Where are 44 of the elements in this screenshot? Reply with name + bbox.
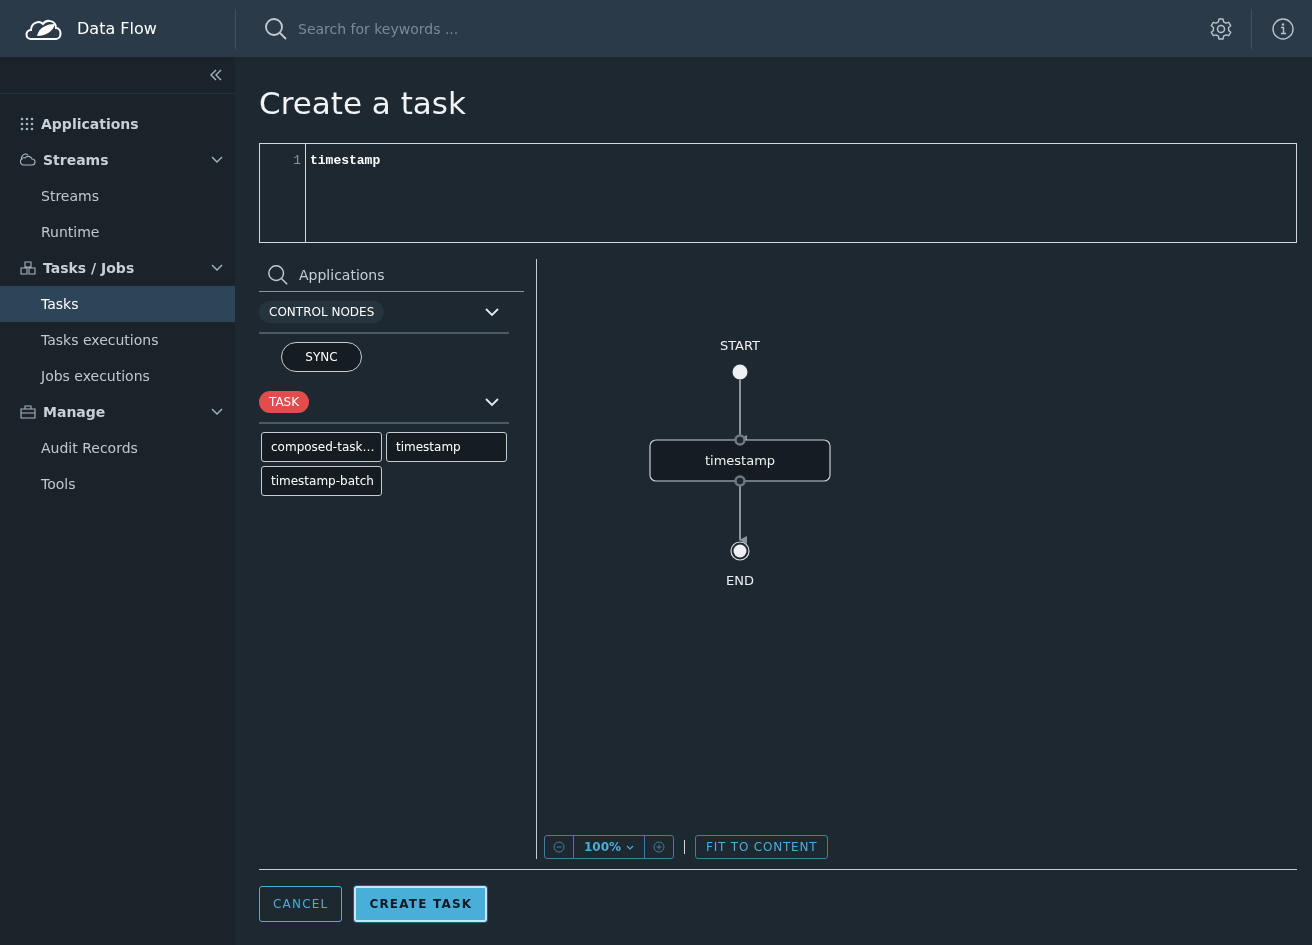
settings-icon[interactable]	[1209, 16, 1233, 41]
caret-icon	[626, 844, 635, 850]
collapse-icon[interactable]	[209, 68, 223, 82]
nav-section[interactable]: Applications	[0, 106, 235, 142]
app-node[interactable]: timestamp-batch	[261, 466, 382, 496]
app-node[interactable]: composed-task…	[261, 432, 382, 462]
nav-item[interactable]: Tasks	[0, 286, 235, 322]
line-number: 1	[292, 153, 301, 168]
chevron-icon[interactable]	[485, 397, 499, 407]
group-label: TASK	[259, 391, 310, 413]
briefcase-icon	[20, 405, 36, 419]
app-node[interactable]: timestamp	[386, 432, 507, 462]
create-button[interactable]: CREATE TASK	[354, 886, 488, 922]
cubes-icon	[20, 261, 36, 275]
node-label: END	[726, 573, 754, 588]
chevron-icon[interactable]	[485, 307, 499, 317]
fit-to-content-button[interactable]: FIT TO CONTENT	[695, 835, 829, 859]
nav-item[interactable]: Jobs executions	[0, 358, 235, 394]
search-field[interactable]: Applications	[297, 266, 501, 284]
nav-section[interactable]: Tasks / Jobs	[0, 250, 235, 286]
node-label: START	[719, 338, 761, 353]
clouds-icon	[20, 153, 36, 167]
group-label: CONTROL NODES	[259, 301, 385, 323]
nav-item[interactable]: Tools	[0, 466, 235, 502]
nav-item[interactable]: Streams	[0, 178, 235, 214]
nav-item[interactable]: Runtime	[0, 214, 235, 250]
nav-item[interactable]: Tasks executions	[0, 322, 235, 358]
start-node[interactable]	[732, 364, 748, 380]
search-icon	[264, 16, 288, 41]
code-editor[interactable]: 1 timestamp	[259, 143, 1297, 243]
app-title: Data Flow	[77, 19, 157, 38]
page-title: Create a task	[259, 85, 467, 123]
cancel-button[interactable]: CANCEL	[259, 886, 343, 922]
nav-section[interactable]: Manage	[0, 394, 235, 430]
info-icon[interactable]	[1272, 17, 1294, 40]
control-node[interactable]: SYNC	[281, 342, 362, 372]
nav-section[interactable]: Streams	[0, 142, 235, 178]
end-node[interactable]	[730, 541, 750, 561]
search-icon	[267, 264, 289, 286]
code-line: timestamp	[310, 153, 381, 168]
search-field[interactable]: Search for keywords ...	[296, 19, 600, 38]
grid-icon	[20, 117, 34, 131]
zoom-dropdown[interactable]: 100%	[574, 839, 644, 855]
nav-item[interactable]: Audit Records	[0, 430, 235, 466]
